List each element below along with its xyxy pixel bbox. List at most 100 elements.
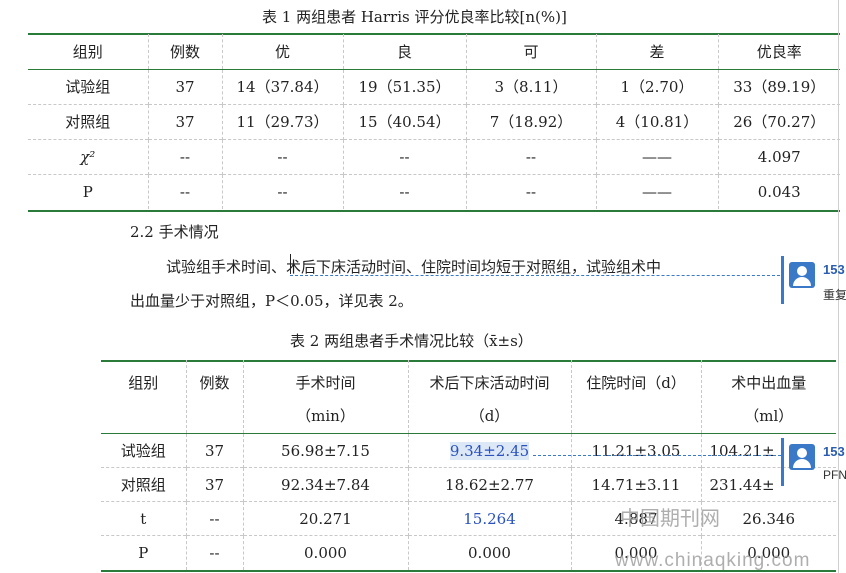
table2-header-cell: 例数	[185, 360, 243, 434]
paragraph-line-2[interactable]: 出血量少于对照组，P＜0.05，详见表 2。	[130, 290, 413, 311]
section-heading: 2.2 手术情况	[130, 223, 219, 241]
table-cell: 26.346	[700, 501, 836, 536]
table-cell: 19（51.35）	[342, 68, 466, 104]
table2-caption: 表 2 两组患者手术情况比较（x̄±s）	[290, 332, 533, 350]
header-unit: （ml）	[744, 407, 794, 425]
header-text: 组别	[128, 374, 159, 392]
table-cell: ——	[595, 173, 718, 209]
comment-author: 153	[823, 444, 845, 459]
table2-header-cell: 组别	[101, 360, 186, 434]
table-cell: --	[185, 501, 243, 536]
table-cell: 37	[185, 467, 243, 502]
table2: 组别 例数 手术时间 （min） 术后下床活动时间 （d） 住院时间（d） 术中出血…	[101, 360, 836, 570]
table1-header-cell: 优良率	[717, 34, 840, 70]
table-cell: --	[342, 173, 466, 209]
header-text: 术中出血量	[731, 374, 807, 392]
table1-header-cell: 优	[221, 34, 343, 70]
header-text: 住院时间（d）	[586, 374, 686, 392]
table-cell: 3（8.11）	[465, 68, 596, 104]
table-row: t -- 20.271 15.264 4.887 26.346	[101, 501, 836, 536]
table1: 组别 例数 优 良 可 差 优良率 试验组 37 14（37.84） 19（51…	[28, 34, 840, 209]
table2-header-cell: 术中出血量 （ml）	[700, 360, 836, 434]
comment-balloon[interactable]: 153 重复	[781, 256, 846, 304]
table2-header-cell: 手术时间 （min）	[242, 360, 408, 434]
table-cell: 4（10.81）	[595, 103, 718, 139]
table-cell: --	[147, 138, 222, 174]
table-cell: 7（18.92）	[465, 103, 596, 139]
table2-header-cell: 住院时间（d）	[570, 360, 701, 434]
text-cursor	[290, 254, 291, 274]
table-cell: --	[147, 173, 222, 209]
table1-bottom-rule	[28, 210, 840, 212]
highlighted-value[interactable]: 9.34±2.45	[449, 441, 530, 460]
table-cell: 92.34±7.84	[242, 467, 408, 502]
table-cell: 37	[185, 433, 243, 468]
table-cell: 0.000	[242, 535, 408, 570]
user-avatar-icon	[789, 262, 815, 288]
comment-text: 重复	[823, 288, 846, 302]
comment-anchor-line	[290, 275, 780, 276]
table-row: 试验组 37 56.98±7.15 9.34±2.45 11.21±3.05 1…	[101, 433, 836, 468]
table-cell: 37	[147, 68, 222, 104]
table2-header-cell: 术后下床活动时间 （d）	[407, 360, 571, 434]
table-cell: t	[101, 501, 186, 536]
table-cell: 对照组	[28, 103, 148, 139]
comment-text: PFN	[823, 468, 846, 482]
table-cell: 试验组	[28, 68, 148, 104]
table-cell: 14（37.84）	[221, 68, 343, 104]
user-avatar-icon	[789, 444, 815, 470]
table-cell: 对照组	[101, 467, 186, 502]
comment-balloon[interactable]: 153 PFN	[781, 438, 846, 486]
table1-header-cell: 组别	[28, 34, 148, 70]
table-cell: 4.097	[717, 138, 840, 174]
table-cell: --	[465, 173, 596, 209]
table-cell: 11.21±3.05	[570, 433, 701, 468]
table-cell: --	[342, 138, 466, 174]
header-unit: （min）	[296, 407, 355, 425]
table-cell: 0.043	[717, 173, 840, 209]
table-cell: χ²	[28, 138, 148, 174]
table-row: χ² -- -- -- -- —— 4.097	[28, 138, 840, 174]
table-cell: 18.62±2.77	[407, 467, 571, 502]
table-cell: 14.71±3.11	[570, 467, 701, 502]
table-cell: 1（2.70）	[595, 68, 718, 104]
comment-bar	[781, 438, 784, 486]
table-cell: 15（40.54）	[342, 103, 466, 139]
comment-author: 153	[823, 262, 845, 277]
table-row: P -- -- -- -- —— 0.043	[28, 173, 840, 209]
table-cell: 56.98±7.15	[242, 433, 408, 468]
table-cell: ——	[595, 138, 718, 174]
header-unit: （d）	[469, 407, 510, 425]
watermark-cn: 中国期刊网	[620, 508, 720, 530]
table-cell: --	[221, 138, 343, 174]
table-cell: 33（89.19）	[717, 68, 840, 104]
table1-header-cell: 良	[342, 34, 466, 70]
table-cell: 20.271	[242, 501, 408, 536]
table-cell: 试验组	[101, 433, 186, 468]
header-text: 例数	[199, 374, 230, 392]
table1-header-cell: 可	[465, 34, 596, 70]
table-cell: 0.000	[407, 535, 571, 570]
table-cell: P	[101, 535, 186, 570]
comment-bar	[781, 256, 784, 304]
table-row: 试验组 37 14（37.84） 19（51.35） 3（8.11） 1（2.7…	[28, 68, 840, 104]
table1-header-cell: 差	[595, 34, 718, 70]
table1-header-cell: 例数	[147, 34, 222, 70]
header-text: 手术时间	[295, 374, 356, 392]
table-cell: --	[185, 535, 243, 570]
table1-caption: 表 1 两组患者 Harris 评分优良率比较[n(%)]	[262, 8, 567, 26]
paragraph-line-1[interactable]: 试验组手术时间、术后下床活动时间、住院时间均短于对照组，试验组术中	[166, 256, 661, 277]
watermark-url: www.chinaqking.com	[615, 550, 811, 571]
table-cell: P	[28, 173, 148, 209]
table-row: 对照组 37 11（29.73） 15（40.54） 7（18.92） 4（10…	[28, 103, 840, 139]
table-cell: --	[465, 138, 596, 174]
table-row: 对照组 37 92.34±7.84 18.62±2.77 14.71±3.11 …	[101, 467, 836, 502]
table-cell: 11（29.73）	[221, 103, 343, 139]
table-cell: 9.34±2.45	[407, 433, 571, 468]
table-cell: --	[221, 173, 343, 209]
comment-anchor-line	[533, 455, 781, 456]
table-cell: 15.264	[407, 501, 571, 536]
table1-header-row: 组别 例数 优 良 可 差 优良率	[28, 34, 840, 70]
table2-header-row: 组别 例数 手术时间 （min） 术后下床活动时间 （d） 住院时间（d） 术中出血…	[101, 360, 836, 434]
table-cell: 37	[147, 103, 222, 139]
